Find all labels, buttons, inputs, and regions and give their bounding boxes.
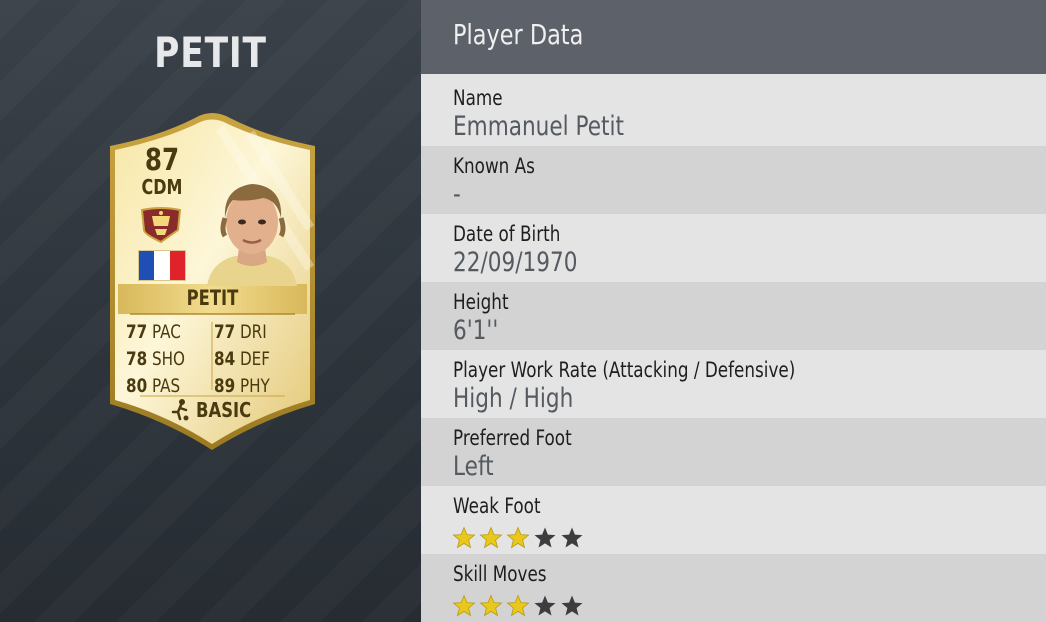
star-filled-icon (506, 526, 530, 549)
star-filled-icon (506, 594, 530, 617)
data-row-known-as: Known As - (421, 146, 1046, 214)
legend-crest-icon (140, 207, 182, 244)
stat-pas: 80 PAS (126, 374, 181, 397)
star-empty-icon (534, 595, 556, 616)
star-empty-icon (561, 527, 583, 548)
stat-phy: 89 PHY (213, 374, 270, 397)
data-row-weak-foot: Weak Foot (421, 486, 1046, 554)
star-filled-icon (452, 594, 476, 617)
chemistry-style: BASIC (170, 398, 270, 422)
panel-title: Player Data (453, 18, 584, 51)
stat-row: 77 PAC 77 DRI (126, 318, 301, 345)
stat-dri: 77 DRI (213, 320, 267, 343)
star-filled-icon (479, 594, 503, 617)
star-empty-icon (534, 527, 556, 548)
skill-moves-stars (452, 594, 584, 618)
card-player-name: PETIT (186, 286, 239, 310)
star-filled-icon (452, 526, 476, 549)
stat-sho: 78 SHO (126, 347, 186, 370)
stat-def: 84 DEF (213, 347, 270, 370)
weak-foot-stars (452, 526, 584, 550)
player-data-list: Name Emmanuel Petit Known As - Date of B… (421, 78, 1046, 622)
nation-flag (138, 250, 186, 281)
stat-pac: 77 PAC (126, 320, 181, 343)
overall-rating: 87 (144, 143, 180, 178)
stat-row: 78 SHO 84 DEF (126, 345, 301, 372)
card-panel: PETIT 87 CDM PETIT 77 PAC 77 DRI 78 SHO … (0, 0, 421, 622)
player-portrait (207, 184, 297, 286)
data-row-skill-moves: Skill Moves (421, 554, 1046, 622)
star-empty-icon (561, 595, 583, 616)
card-stats: 77 PAC 77 DRI 78 SHO 84 DEF 80 PAS 89 PHY (126, 318, 301, 399)
panel-header: Player Data (421, 0, 1046, 74)
data-row-preferred-foot: Preferred Foot Left (421, 418, 1046, 486)
star-filled-icon (479, 526, 503, 549)
data-row-height: Height 6'1'' (421, 282, 1046, 350)
player-data-panel: Player Data Name Emmanuel Petit Known As… (421, 0, 1046, 622)
player-card[interactable]: 87 CDM PETIT 77 PAC 77 DRI 78 SHO 84 DEF… (100, 108, 325, 453)
data-row-name: Name Emmanuel Petit (421, 78, 1046, 146)
stat-row: 80 PAS 89 PHY (126, 372, 301, 399)
player-position: CDM (141, 175, 183, 199)
chemistry-player-icon (171, 399, 189, 421)
data-row-work-rate: Player Work Rate (Attacking / Defensive)… (421, 350, 1046, 418)
player-title: PETIT (154, 28, 267, 77)
data-row-date-of-birth: Date of Birth 22/09/1970 (421, 214, 1046, 282)
